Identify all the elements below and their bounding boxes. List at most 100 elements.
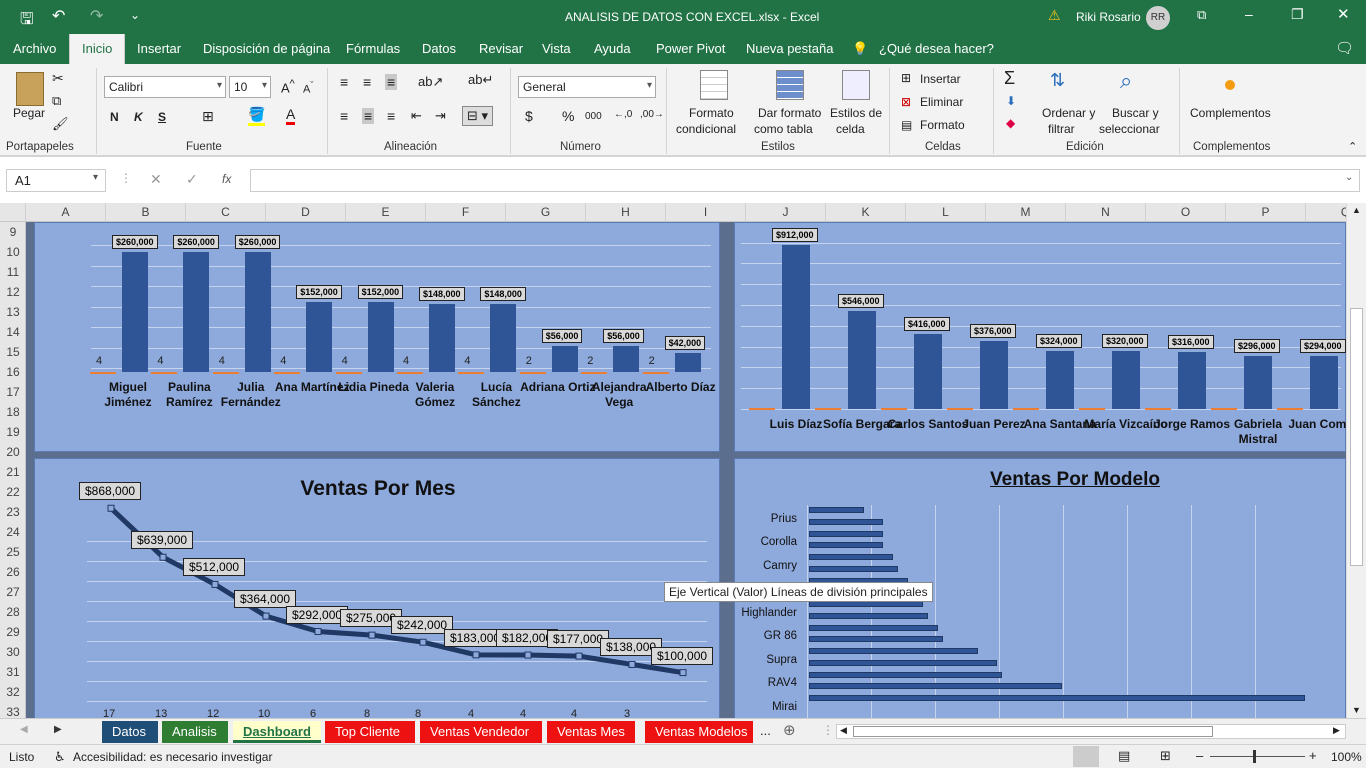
sheet-tab-analisis[interactable]: Analisis bbox=[162, 721, 228, 743]
expand-formula-icon[interactable]: ⌄ bbox=[1345, 172, 1353, 183]
chart-vendedor-count[interactable]: $260,000 4 Miguel Jiménez $260,000 4 Paulina … bbox=[34, 222, 720, 452]
row-header-32[interactable]: 32 bbox=[0, 682, 26, 702]
cell-styles-label2[interactable]: celda bbox=[836, 122, 865, 136]
clear-icon[interactable]: ◆ bbox=[1006, 116, 1015, 130]
bar-sales[interactable] bbox=[613, 346, 640, 372]
bold-button[interactable]: N bbox=[110, 110, 119, 124]
row-header-27[interactable]: 27 bbox=[0, 582, 26, 602]
bar-model[interactable] bbox=[809, 624, 938, 631]
line-point[interactable] bbox=[679, 669, 687, 677]
row-header-28[interactable]: 28 bbox=[0, 602, 26, 622]
autosum-icon[interactable]: Σ bbox=[1004, 68, 1015, 89]
redo-icon[interactable]: ↷ bbox=[90, 6, 103, 26]
row-header-13[interactable]: 13 bbox=[0, 302, 26, 322]
tab-archivo[interactable]: Archivo bbox=[13, 41, 56, 56]
decrease-decimal-icon[interactable]: ,00→ bbox=[640, 109, 664, 120]
bar-model[interactable] bbox=[809, 542, 884, 549]
scroll-right-icon[interactable]: ▶ bbox=[1333, 725, 1340, 736]
row-header-20[interactable]: 20 bbox=[0, 442, 26, 462]
bar-model[interactable] bbox=[809, 636, 943, 643]
tab-ayuda[interactable]: Ayuda bbox=[594, 41, 631, 56]
tab-formulas[interactable]: Fórmulas bbox=[346, 41, 400, 56]
vertical-scroll-thumb[interactable] bbox=[1350, 308, 1363, 566]
bar-model[interactable] bbox=[809, 530, 884, 537]
sheet-tab-top-cliente[interactable]: Top Cliente bbox=[325, 721, 415, 743]
sort-filter-label2[interactable]: filtrar bbox=[1048, 122, 1075, 136]
addins-icon[interactable] bbox=[1225, 80, 1235, 90]
customize-toolbar-icon[interactable]: ⌄ bbox=[130, 8, 140, 22]
scroll-down-icon[interactable]: ▼ bbox=[1352, 705, 1361, 715]
page-break-view-icon[interactable]: ⊞ bbox=[1160, 748, 1171, 764]
fill-color-icon[interactable]: 🪣 bbox=[248, 106, 266, 126]
cell-styles-icon[interactable] bbox=[842, 70, 870, 100]
sheet-tab-datos[interactable]: Datos bbox=[102, 721, 158, 743]
normal-view-icon[interactable] bbox=[1073, 746, 1099, 767]
row-header-11[interactable]: 11 bbox=[0, 262, 26, 282]
line-point[interactable] bbox=[262, 612, 270, 620]
align-middle-icon[interactable]: ≡ bbox=[363, 74, 371, 90]
undo-icon[interactable]: ↶ bbox=[52, 6, 65, 26]
row-header-30[interactable]: 30 bbox=[0, 642, 26, 662]
row-header-25[interactable]: 25 bbox=[0, 542, 26, 562]
chart-ventas-mes[interactable]: Ventas Por Mes $868,000 $639,000 $512,000 $… bbox=[34, 458, 720, 718]
page-layout-view-icon[interactable]: ▤ bbox=[1118, 748, 1130, 764]
column-header-D[interactable]: D bbox=[266, 203, 346, 222]
sort-filter-label1[interactable]: Ordenar y bbox=[1042, 106, 1095, 120]
bar-model[interactable] bbox=[809, 671, 1003, 678]
row-header-18[interactable]: 18 bbox=[0, 402, 26, 422]
decrease-indent-icon[interactable]: ⇤ bbox=[411, 108, 422, 124]
percent-button[interactable]: % bbox=[562, 108, 574, 124]
sheet-tab-ventas-mes[interactable]: Ventas Mes bbox=[547, 721, 635, 743]
number-format-select[interactable]: General bbox=[518, 76, 656, 98]
bar-model[interactable] bbox=[809, 695, 1305, 701]
comments-icon[interactable]: 🗨 bbox=[1335, 39, 1354, 57]
row-header-14[interactable]: 14 bbox=[0, 322, 26, 342]
column-header-M[interactable]: M bbox=[986, 203, 1066, 222]
row-header-31[interactable]: 31 bbox=[0, 662, 26, 682]
row-header-29[interactable]: 29 bbox=[0, 622, 26, 642]
sheet-tab-ventas-vendedor[interactable]: Ventas Vendedor bbox=[420, 721, 542, 743]
line-point[interactable] bbox=[628, 660, 636, 668]
line-point[interactable] bbox=[419, 638, 427, 646]
more-sheets[interactable]: ... bbox=[760, 723, 771, 738]
accessibility-status[interactable]: Accesibilidad: es necesario investigar bbox=[73, 750, 272, 764]
column-header-O[interactable]: O bbox=[1146, 203, 1226, 222]
zoom-level[interactable]: 100% bbox=[1331, 750, 1362, 764]
bar-client[interactable] bbox=[848, 310, 876, 409]
row-header-12[interactable]: 12 bbox=[0, 282, 26, 302]
bar-model[interactable] bbox=[809, 648, 978, 654]
bar-sales[interactable] bbox=[183, 251, 210, 372]
borders-icon[interactable]: ⊞ bbox=[202, 108, 214, 125]
bar-model[interactable] bbox=[809, 507, 864, 513]
align-right-icon[interactable]: ≡ bbox=[387, 108, 395, 124]
find-select-label1[interactable]: Buscar y bbox=[1112, 106, 1159, 120]
bar-client[interactable] bbox=[1178, 352, 1206, 409]
tab-vista[interactable]: Vista bbox=[542, 41, 571, 56]
bar-sales[interactable] bbox=[122, 251, 148, 372]
bar-model[interactable] bbox=[809, 554, 894, 560]
scroll-up-icon[interactable]: ▲ bbox=[1352, 205, 1361, 215]
italic-button[interactable]: K bbox=[134, 110, 143, 124]
prev-sheet-icon[interactable]: ◀ bbox=[20, 724, 28, 735]
line-point[interactable] bbox=[314, 628, 322, 636]
save-icon[interactable]: 🖫 bbox=[20, 8, 34, 35]
tab-insertar[interactable]: Insertar bbox=[137, 41, 181, 56]
column-header-B[interactable]: B bbox=[106, 203, 186, 222]
bar-client[interactable] bbox=[782, 244, 810, 409]
tab-inicio[interactable]: Inicio bbox=[69, 34, 126, 64]
next-sheet-icon[interactable]: ▶ bbox=[54, 724, 62, 735]
avatar[interactable]: RR bbox=[1146, 6, 1170, 30]
enter-icon[interactable]: ✓ bbox=[186, 171, 198, 188]
cell-styles-label1[interactable]: Estilos de bbox=[830, 106, 882, 120]
font-size-select[interactable]: 10 bbox=[229, 76, 271, 98]
maximize-icon[interactable]: ❐ bbox=[1291, 6, 1304, 23]
underline-button[interactable]: S bbox=[158, 110, 166, 124]
bar-client[interactable] bbox=[1244, 355, 1272, 409]
select-all-corner[interactable] bbox=[0, 203, 26, 222]
row-header-17[interactable]: 17 bbox=[0, 382, 26, 402]
grow-font-icon[interactable]: A^ bbox=[281, 78, 295, 95]
row-header-24[interactable]: 24 bbox=[0, 522, 26, 542]
currency-button[interactable]: $ bbox=[525, 108, 533, 124]
bar-model[interactable] bbox=[809, 565, 899, 572]
line-point[interactable] bbox=[159, 553, 167, 561]
